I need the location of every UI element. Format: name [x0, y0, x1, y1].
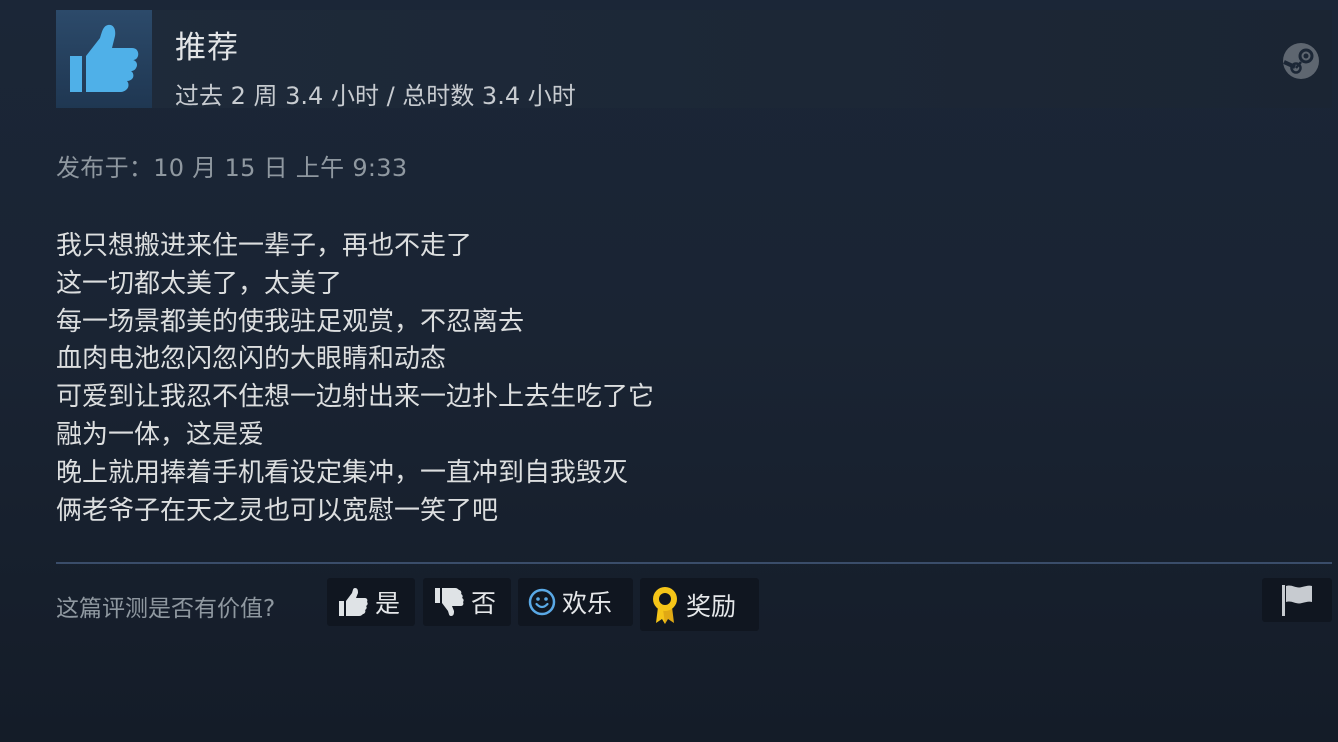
helpful-question: 这篇评测是否有价值?: [56, 596, 276, 622]
vote-no-button[interactable]: 否: [423, 578, 511, 626]
review-line: 血肉电池忽闪忽闪的大眼睛和动态: [56, 344, 447, 375]
recommendation-title: 推荐: [175, 30, 239, 66]
smiley-icon: [528, 588, 556, 616]
award-button[interactable]: 奖励: [640, 578, 759, 631]
flag-icon: [1282, 585, 1312, 616]
review-line: 这一切都太美了，太美了: [56, 268, 343, 299]
review-header: 推荐 过去 2 周 3.4 小时 / 总时数 3.4 小时: [56, 10, 1332, 110]
thumbs-down-icon: [435, 588, 464, 616]
vote-yes-label: 是: [375, 589, 401, 618]
review-line: 晚上就用捧着手机看设定集冲，一直冲到自我毁灭: [56, 457, 629, 488]
playtime-hours: 过去 2 周 3.4 小时 / 总时数 3.4 小时: [175, 82, 576, 110]
divider: [56, 562, 1332, 564]
thumbs-up-icon: [339, 588, 368, 616]
award-ribbon-icon: [653, 586, 677, 624]
posted-date: 发布于：10 月 15 日 上午 9:33: [56, 154, 408, 182]
review-line: 每一场景都美的使我驻足观赏，不忍离去: [56, 306, 525, 337]
review-line: 俩老爷子在天之灵也可以宽慰一笑了吧: [56, 495, 499, 526]
vote-no-label: 否: [471, 589, 497, 618]
award-label: 奖励: [686, 591, 737, 621]
thumbs-up-icon: [70, 24, 139, 92]
review-line: 融为一体，这是爱: [56, 419, 265, 450]
vote-yes-button[interactable]: 是: [327, 578, 415, 626]
recommendation-badge[interactable]: [56, 10, 152, 108]
review-body: 我只想搬进来住一辈子，再也不走了 这一切都太美了，太美了 每一场景都美的使我驻足…: [56, 228, 654, 530]
steam-logo-icon: [1283, 43, 1319, 79]
vote-funny-label: 欢乐: [562, 589, 613, 618]
review-line: 可爱到让我忍不住想一边射出来一边扑上去生吃了它: [56, 382, 655, 413]
vote-funny-button[interactable]: 欢乐: [518, 578, 633, 626]
report-button[interactable]: [1262, 578, 1332, 622]
review-line: 我只想搬进来住一辈子，再也不走了: [56, 231, 473, 261]
